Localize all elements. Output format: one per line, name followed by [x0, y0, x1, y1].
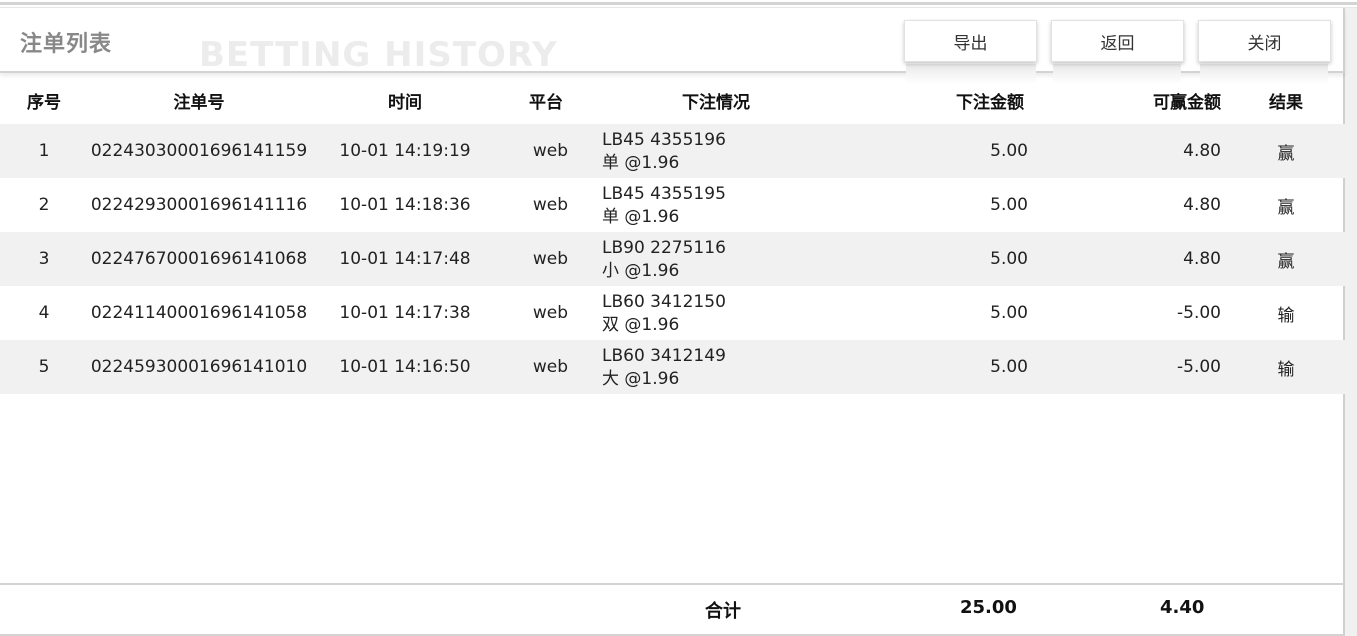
row-platform: web [532, 303, 568, 323]
detail-pick: 单 @1.96 [602, 207, 680, 227]
row-bet-amount: 5.00 [990, 195, 1028, 215]
row-order-no: 02247670001696141068 [88, 232, 310, 286]
row-time: 10-01 14:19:19 [310, 124, 500, 178]
betting-history-panel: BETTING HISTORY 注单列表 导出 返回 关闭 序号 注单号 时间 … [0, 8, 1345, 636]
row-detail: LB45 4355195 单 @1.96 [592, 178, 840, 232]
row-bet-amount: 5.00 [840, 340, 1030, 394]
detail-pick: 大 @1.96 [602, 369, 680, 389]
col-header-result: 结果 [1269, 92, 1303, 113]
row-win-amount: 4.80 [1030, 124, 1227, 178]
row-win-amount: -5.00 [1030, 340, 1227, 394]
detail-draw: LB90 2275116 [602, 238, 726, 258]
row-detail: LB60 3412150 双 @1.96 [592, 286, 840, 340]
row-bet-amount: 5.00 [840, 124, 1030, 178]
totals-label: 合计 [705, 601, 741, 622]
row-order-no: 02241140001696141058 [90, 303, 308, 323]
table-row[interactable]: 1 02243030001696141159 10-01 14:19:19 we… [0, 124, 1345, 178]
row-result: 赢 [1277, 197, 1295, 218]
table-header-row: 序号 注单号 时间 平台 下注情况 下注金额 可赢金额 结果 [0, 76, 1345, 124]
row-win-amount: 4.80 [1183, 195, 1221, 215]
close-button[interactable]: 关闭 [1198, 20, 1331, 62]
row-index: 2 [38, 195, 50, 215]
col-header-time: 时间 [388, 92, 422, 113]
detail-draw: LB60 3412150 [602, 292, 726, 312]
row-index: 3 [0, 232, 88, 286]
detail-pick: 单 @1.96 [602, 153, 680, 173]
table-row[interactable]: 4 02241140001696141058 10-01 14:17:38 we… [0, 286, 1345, 340]
row-time: 10-01 14:18:36 [339, 195, 471, 215]
row-order-no: 02242930001696141116 [90, 195, 308, 215]
page-title: 注单列表 [20, 32, 113, 57]
back-button[interactable]: 返回 [1051, 20, 1184, 62]
vertical-scrollbar[interactable] [1343, 8, 1357, 636]
detail-pick: 小 @1.96 [602, 261, 680, 281]
export-button[interactable]: 导出 [904, 20, 1037, 62]
row-result: 输 [1227, 340, 1345, 394]
total-win-amount: 4.40 [1160, 597, 1205, 618]
totals-row: 合计 25.00 4.40 [0, 583, 1345, 636]
col-header-detail: 下注情况 [682, 92, 750, 113]
row-platform: web [500, 340, 592, 394]
total-bet-amount: 25.00 [960, 597, 1017, 618]
header-watermark: BETTING HISTORY [199, 35, 558, 75]
row-time: 10-01 14:17:48 [310, 232, 500, 286]
row-platform: web [500, 124, 592, 178]
row-order-no: 02243030001696141159 [88, 124, 310, 178]
table-row[interactable]: 3 02247670001696141068 10-01 14:17:48 we… [0, 232, 1345, 286]
detail-draw: LB45 4355195 [602, 184, 726, 204]
row-win-amount: -5.00 [1177, 303, 1221, 323]
detail-draw: LB60 3412149 [602, 346, 726, 366]
col-header-order-no: 注单号 [173, 92, 225, 113]
row-result: 赢 [1227, 124, 1345, 178]
row-time: 10-01 14:16:50 [310, 340, 500, 394]
row-platform: web [500, 232, 592, 286]
col-header-platform: 平台 [529, 92, 563, 113]
detail-draw: LB45 4355196 [602, 130, 726, 150]
row-detail: LB45 4355196 单 @1.96 [592, 124, 840, 178]
row-order-no: 02245930001696141010 [88, 340, 310, 394]
panel-header: BETTING HISTORY 注单列表 导出 返回 关闭 [0, 8, 1345, 84]
top-border [0, 2, 1357, 5]
row-index: 4 [38, 303, 50, 323]
row-bet-amount: 5.00 [990, 303, 1028, 323]
table-row[interactable]: 5 02245930001696141010 10-01 14:16:50 we… [0, 340, 1345, 394]
row-platform: web [532, 195, 568, 215]
row-result: 赢 [1227, 232, 1345, 286]
table-row[interactable]: 2 02242930001696141116 10-01 14:18:36 we… [0, 178, 1345, 232]
col-header-bet-amount: 下注金额 [956, 92, 1024, 113]
row-bet-amount: 5.00 [840, 232, 1030, 286]
row-detail: LB90 2275116 小 @1.96 [592, 232, 840, 286]
row-result: 输 [1277, 305, 1295, 326]
col-header-index: 序号 [27, 92, 61, 113]
row-detail: LB60 3412149 大 @1.96 [592, 340, 840, 394]
detail-pick: 双 @1.96 [602, 315, 680, 335]
bets-table: 序号 注单号 时间 平台 下注情况 下注金额 可赢金额 结果 1 0224303… [0, 76, 1345, 394]
row-win-amount: 4.80 [1030, 232, 1227, 286]
col-header-win-amount: 可赢金额 [1153, 92, 1221, 113]
row-time: 10-01 14:17:38 [339, 303, 471, 323]
row-index: 1 [0, 124, 88, 178]
row-index: 5 [0, 340, 88, 394]
